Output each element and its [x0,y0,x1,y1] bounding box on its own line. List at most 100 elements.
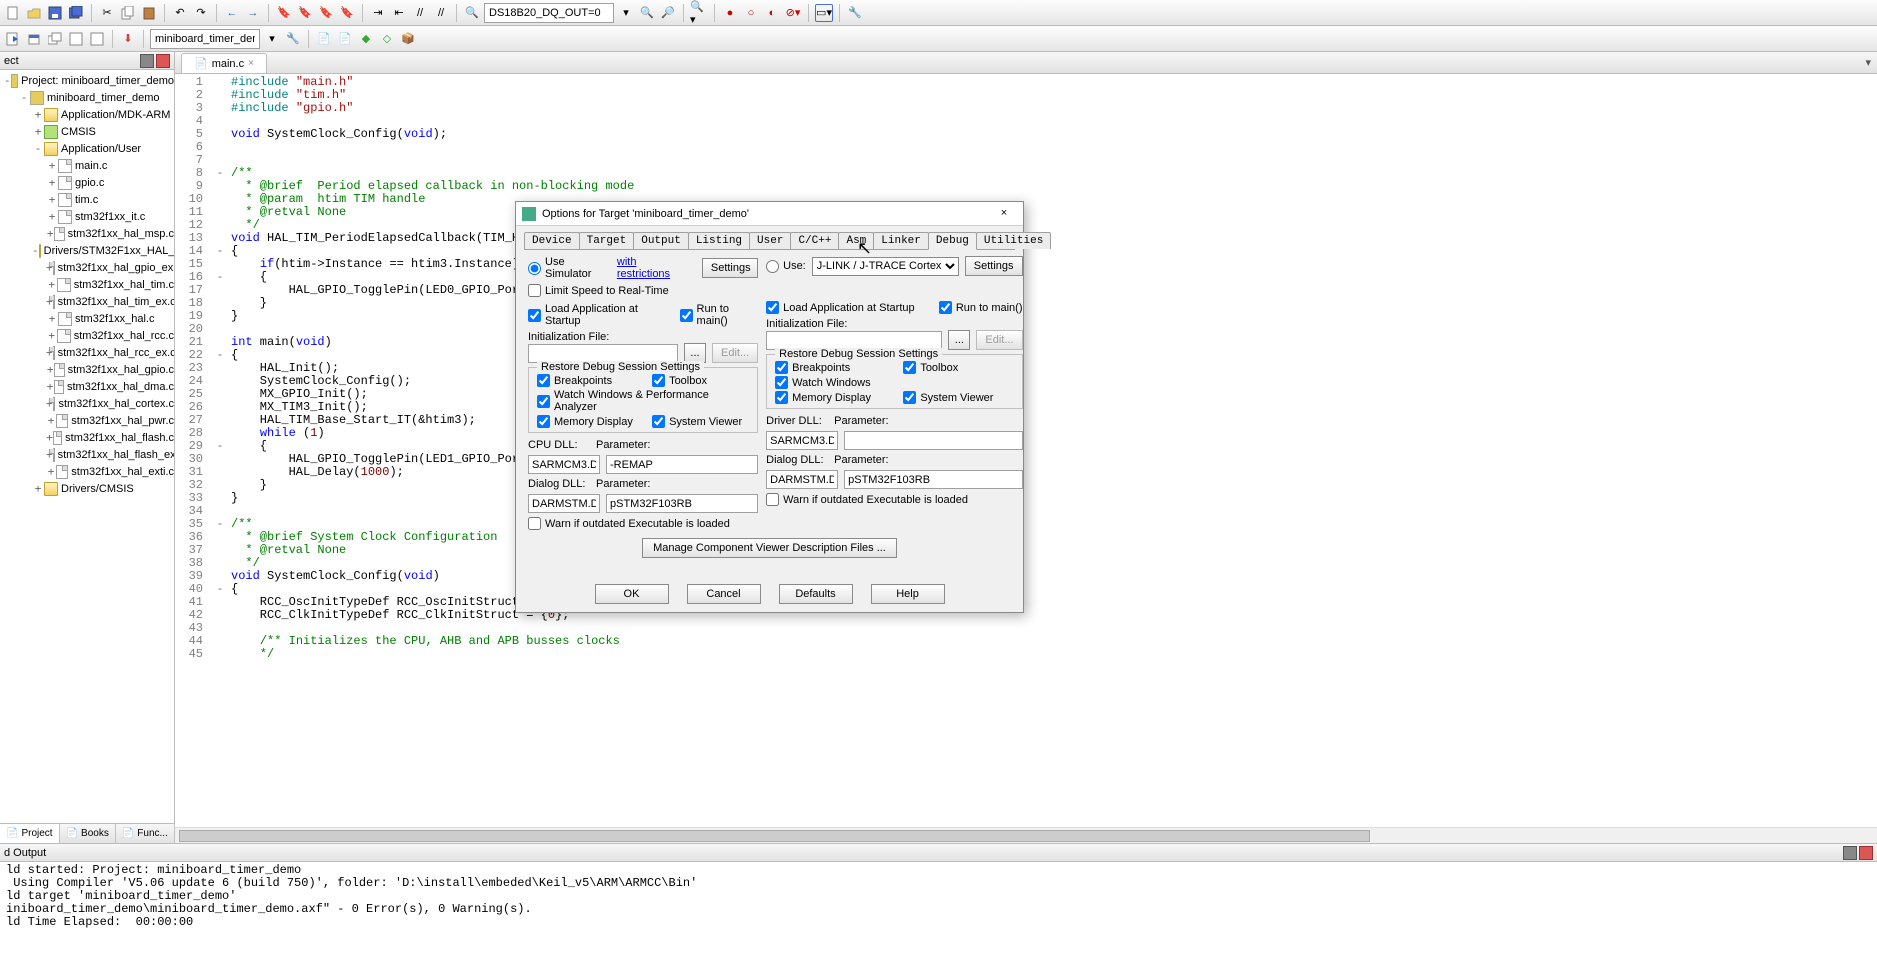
save-all-icon[interactable] [67,4,85,22]
editor-tab-main[interactable]: 📄 main.c × [181,53,267,73]
code-line[interactable]: 22-{ [175,349,1877,362]
tree-row[interactable]: +main.c [0,157,174,174]
tree-row[interactable]: +stm32f1xx_hal_dma.c [0,378,174,395]
tree-twisty-icon[interactable]: - [18,91,30,104]
panel-pin-icon[interactable] [140,54,154,68]
code-line[interactable]: 37 * @retval None [175,544,1877,557]
tree-twisty-icon[interactable]: + [46,312,58,325]
panel-tab[interactable]: 📄Func... [116,824,175,843]
code-line[interactable]: 42 RCC_ClkInitTypeDef RCC_ClkInitStruct … [175,609,1877,622]
dialog-tab-asm[interactable]: Asm [838,232,874,249]
dbg-load-app-check[interactable]: Load Application at Startup [766,301,914,314]
sim-load-app-check[interactable]: Load Application at Startup [528,303,668,327]
dbg-run-main-check[interactable]: Run to main() [939,301,1023,314]
tree-row[interactable]: -Drivers/STM32F1xx_HAL_Driv [0,242,174,259]
fold-icon[interactable]: - [215,440,225,453]
cpu-dll-input[interactable] [528,455,600,474]
bookmark-next-icon[interactable]: 🔖 [317,4,335,22]
cancel-button[interactable]: Cancel [687,584,761,604]
fold-icon[interactable] [215,401,225,414]
tree-twisty-icon[interactable]: + [46,210,58,223]
uncomment-icon[interactable]: // [432,4,450,22]
code-line[interactable]: 21int main(void) [175,336,1877,349]
code-line[interactable]: 31 HAL_Delay(1000); [175,466,1877,479]
tree-twisty-icon[interactable]: - [32,142,44,155]
fold-icon[interactable] [215,414,225,427]
panel-tab[interactable]: 📄Project [0,824,60,843]
tree-row[interactable]: +stm32f1xx_it.c [0,208,174,225]
cut-icon[interactable]: ✂ [98,4,116,22]
fold-icon[interactable] [215,310,225,323]
code-line[interactable]: 5void SystemClock_Config(void); [175,128,1877,141]
tree-twisty-icon[interactable]: + [32,482,44,495]
tree-twisty-icon[interactable]: + [46,329,57,342]
code-line[interactable]: 7 [175,154,1877,167]
dbg-warn-outdated-check[interactable]: Warn if outdated Executable is loaded [766,493,968,506]
dialog-tab-utilities[interactable]: Utilities [976,232,1051,249]
manage-rtenv-icon[interactable]: ◆ [357,30,375,48]
code-line[interactable]: 10 * @param htim TIM handle [175,193,1877,206]
tree-row[interactable]: +stm32f1xx_hal_flash_ex.c [0,446,174,463]
find-dropdown-icon[interactable]: ▾ [617,4,635,22]
sim-init-file-input[interactable] [528,344,678,363]
manage-env-icon[interactable]: 📄 [336,30,354,48]
tree-row[interactable]: +stm32f1xx_hal_msp.c [0,225,174,242]
pack-installer-icon[interactable]: 📦 [399,30,417,48]
tree-row[interactable]: -Project: miniboard_timer_demo [0,72,174,89]
tree-twisty-icon[interactable]: + [46,414,56,427]
rebuild-icon[interactable] [46,30,64,48]
find-in-files-icon[interactable]: 🔍 [463,4,481,22]
fold-icon[interactable] [215,622,225,635]
code-line[interactable]: 45 */ [175,648,1877,661]
code-line[interactable]: 1#include "main.h" [175,76,1877,89]
incremental-find-icon[interactable]: 🔎 [659,4,677,22]
code-line[interactable]: 6 [175,141,1877,154]
code-line[interactable]: 11 * @retval None [175,206,1877,219]
help-button[interactable]: Help [871,584,945,604]
editor-hscrollbar[interactable] [175,827,1877,843]
fold-icon[interactable] [215,219,225,232]
fold-icon[interactable]: - [215,167,225,180]
breakpoint-insert-icon[interactable]: ● [721,4,739,22]
fold-icon[interactable] [215,544,225,557]
dlg-dll-input[interactable] [528,494,600,513]
open-icon[interactable] [25,4,43,22]
file-ext-icon[interactable]: 📄 [315,30,333,48]
output-close-icon[interactable] [1859,846,1873,860]
dbg-breakpoints-check[interactable]: Breakpoints [775,361,885,374]
batch-build-icon[interactable] [67,30,85,48]
fold-icon[interactable] [215,453,225,466]
dbg-memdisp-check[interactable]: Memory Display [775,391,885,404]
sim-sysview-check[interactable]: System Viewer [652,415,749,428]
code-line[interactable]: 39void SystemClock_Config(void) [175,570,1877,583]
dlg-param-input[interactable] [606,494,758,513]
dialog-tab-linker[interactable]: Linker [873,232,929,249]
find-icon[interactable]: 🔍 [638,4,656,22]
dialog-tab-user[interactable]: User [749,232,791,249]
ok-button[interactable]: OK [595,584,669,604]
fold-icon[interactable] [215,115,225,128]
code-line[interactable]: 28 while (1) [175,427,1877,440]
code-line[interactable]: 24 SystemClock_Config(); [175,375,1877,388]
sim-memdisp-check[interactable]: Memory Display [537,415,634,428]
download-icon[interactable]: ⬇ [119,30,137,48]
tree-twisty-icon[interactable]: + [46,380,54,393]
dbg-init-file-input[interactable] [766,331,942,350]
tab-list-dropdown-icon[interactable]: ▾ [1865,56,1871,69]
tree-row[interactable]: +stm32f1xx_hal_gpio_ex.c [0,259,174,276]
fold-icon[interactable] [215,362,225,375]
sim-settings-button[interactable]: Settings [702,258,758,278]
new-icon[interactable] [4,4,22,22]
fold-icon[interactable]: - [215,518,225,531]
fold-icon[interactable] [215,193,225,206]
drv-dll-input[interactable] [766,431,838,450]
tree-twisty-icon[interactable]: + [46,159,58,172]
code-line[interactable]: 2#include "tim.h" [175,89,1877,102]
configure-icon[interactable]: 🔧 [846,4,864,22]
tree-twisty-icon[interactable]: + [32,125,44,138]
stop-build-icon[interactable] [88,30,106,48]
manage-component-button[interactable]: Manage Component Viewer Description File… [642,538,897,558]
tree-row[interactable]: +stm32f1xx_hal_tim.c [0,276,174,293]
code-line[interactable]: 9 * @brief Period elapsed callback in no… [175,180,1877,193]
fold-icon[interactable] [215,388,225,401]
